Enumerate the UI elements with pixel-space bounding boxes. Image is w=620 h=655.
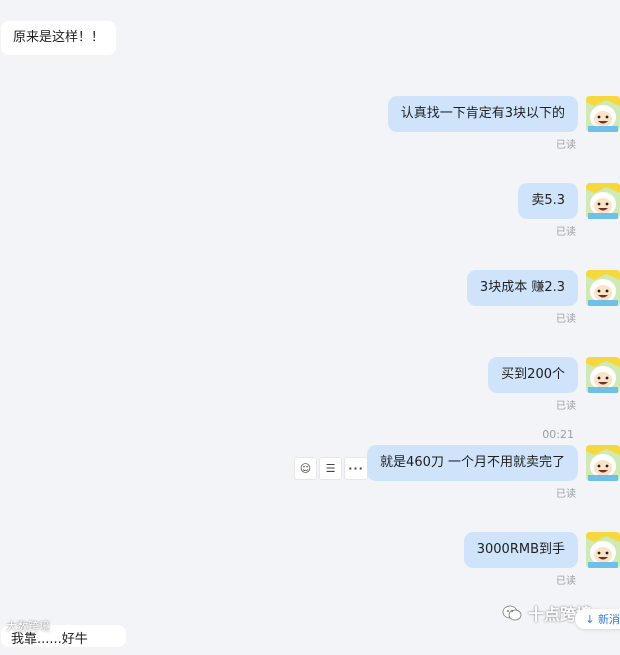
- read-status: 已读: [556, 576, 576, 587]
- outgoing-message: 卖5.3 已读: [0, 183, 620, 243]
- read-status: 已读: [556, 489, 576, 500]
- avatar[interactable]: [586, 183, 620, 219]
- watermark-left: 大数跨境: [6, 620, 50, 633]
- new-message-arrow-icon: ↓: [585, 613, 595, 626]
- avatar[interactable]: [586, 445, 620, 481]
- incoming-message-bubble[interactable]: 原来是这样！！: [1, 21, 117, 55]
- timestamp: 00:21: [542, 428, 574, 441]
- read-status: 已读: [556, 314, 576, 325]
- outgoing-message-bubble[interactable]: 认真找一下肯定有3块以下的: [387, 96, 578, 132]
- avatar[interactable]: [586, 96, 620, 132]
- outgoing-message-bubble[interactable]: 卖5.3: [518, 183, 578, 219]
- new-message-indicator[interactable]: ↓ 新消: [575, 609, 620, 629]
- avatar[interactable]: [586, 270, 620, 306]
- finn-avatar-icon: [586, 532, 620, 568]
- outgoing-message: 3块成本 赚2.3 已读: [0, 270, 620, 330]
- outgoing-message: 就是460刀 一个月不用就卖完了 已读: [0, 445, 620, 505]
- finn-avatar-icon: [586, 270, 620, 306]
- outgoing-message-bubble[interactable]: 3000RMB到手: [463, 532, 578, 568]
- finn-avatar-icon: [586, 357, 620, 393]
- outgoing-message: 认真找一下肯定有3块以下的 已读: [0, 96, 620, 156]
- finn-avatar-icon: [586, 183, 620, 219]
- finn-avatar-icon: [586, 96, 620, 132]
- wechat-icon: [502, 605, 522, 621]
- finn-avatar-icon: [586, 445, 620, 481]
- outgoing-message: 3000RMB到手 已读: [0, 532, 620, 592]
- outgoing-message: 买到200个 已读: [0, 357, 620, 417]
- read-status: 已读: [556, 227, 576, 238]
- outgoing-message-bubble[interactable]: 就是460刀 一个月不用就卖完了: [367, 445, 578, 481]
- avatar[interactable]: [586, 357, 620, 393]
- avatar[interactable]: [586, 532, 620, 568]
- read-status: 已读: [556, 140, 576, 151]
- new-message-label: 新消: [598, 613, 620, 626]
- outgoing-message-bubble[interactable]: 买到200个: [488, 357, 578, 393]
- outgoing-message-bubble[interactable]: 3块成本 赚2.3: [466, 270, 578, 306]
- read-status: 已读: [556, 401, 576, 412]
